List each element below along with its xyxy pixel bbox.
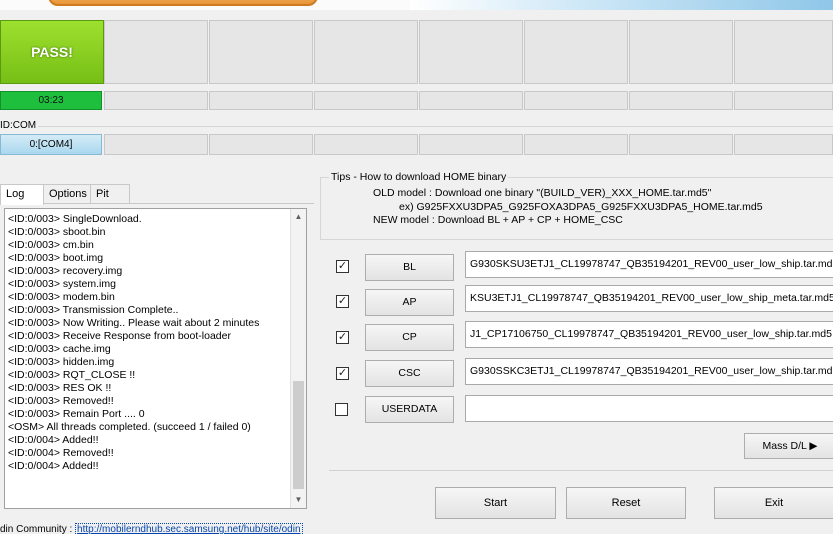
exit-button[interactable]: Exit — [714, 487, 833, 519]
log-textarea[interactable]: <ID:0/003> SingleDownload. <ID:0/003> sbo… — [4, 208, 307, 509]
community-link[interactable]: http://mobilerndhub.sec.samsung.net/hub/… — [75, 523, 303, 534]
top-banner — [0, 0, 833, 10]
csc-checkbox[interactable]: ✓ — [336, 367, 349, 380]
userdata-button[interactable]: USERDATA — [365, 396, 454, 423]
port-status-cell-1: PASS! — [0, 20, 104, 84]
log-lines: <ID:0/003> SingleDownload. <ID:0/003> sbo… — [8, 213, 290, 473]
com-port-4 — [314, 134, 418, 155]
bl-button[interactable]: BL — [365, 254, 454, 281]
log-line: <ID:0/003> Receive Response from boot-lo… — [8, 330, 231, 342]
log-scrollbar[interactable]: ▲ ▼ — [290, 209, 306, 508]
id-com-label: ID:COM — [0, 120, 37, 131]
log-line: <ID:0/004> Removed!! — [8, 447, 114, 459]
port-status-cell-4 — [314, 20, 418, 84]
tab-baseline — [0, 203, 314, 204]
ap-button[interactable]: AP — [365, 289, 454, 316]
tips-title: Tips - How to download HOME binary — [329, 171, 509, 183]
port-status-cell-5 — [419, 20, 523, 84]
com-port-5 — [419, 134, 523, 155]
com-port-2 — [104, 134, 208, 155]
log-line: <ID:0/003> Removed!! — [8, 395, 114, 407]
mass-dl-button[interactable]: Mass D/L ▶ — [744, 433, 833, 459]
log-line: <ID:0/003> system.img — [8, 278, 116, 290]
community-footer: din Community : http://mobilerndhub.sec.… — [0, 523, 303, 534]
log-line: <ID:0/003> modem.bin — [8, 291, 115, 303]
id-com-separator — [38, 126, 833, 127]
tab-pit[interactable]: Pit — [90, 184, 130, 204]
bl-checkbox[interactable]: ✓ — [336, 260, 349, 273]
log-line: <ID:0/003> RES OK !! — [8, 382, 112, 394]
log-line: <ID:0/003> hidden.img — [8, 356, 115, 368]
userdata-checkbox[interactable] — [335, 403, 348, 416]
com-port-7 — [629, 134, 733, 155]
com-port-6 — [524, 134, 628, 155]
log-line: <ID:0/003> Now Writing.. Please wait abo… — [8, 317, 260, 329]
progress-bar-5 — [419, 91, 523, 110]
banner-graphic — [48, 0, 318, 6]
progress-bar-2 — [104, 91, 208, 110]
scroll-thumb[interactable] — [293, 381, 304, 489]
ap-checkbox[interactable]: ✓ — [336, 295, 349, 308]
progress-bar-4 — [314, 91, 418, 110]
progress-bar-1: 03:23 — [0, 91, 102, 110]
port-status-cell-8 — [734, 20, 833, 84]
com-port-8 — [734, 134, 833, 155]
tips-new-model: NEW model : Download BL + AP + CP + HOME… — [373, 214, 623, 226]
reset-button[interactable]: Reset — [566, 487, 686, 519]
port-status-cell-6 — [524, 20, 628, 84]
progress-bar-3 — [209, 91, 313, 110]
cp-checkbox[interactable]: ✓ — [336, 331, 349, 344]
csc-button[interactable]: CSC — [365, 360, 454, 387]
action-divider — [329, 470, 833, 471]
scroll-up-icon[interactable]: ▲ — [291, 209, 306, 225]
log-line: <ID:0/003> recovery.img — [8, 265, 123, 277]
tips-old-model: OLD model : Download one binary "(BUILD_… — [373, 187, 712, 199]
community-label: din Community : — [0, 524, 76, 534]
com-port-3 — [209, 134, 313, 155]
log-line: <ID:0/003> SingleDownload. — [8, 213, 142, 225]
banner-background — [410, 0, 833, 10]
tab-options[interactable]: Options — [43, 184, 91, 204]
elapsed-timer: 03:23 — [38, 95, 64, 106]
port-status-cell-2 — [104, 20, 208, 84]
progress-bar-6 — [524, 91, 628, 110]
cp-button[interactable]: CP — [365, 324, 454, 351]
tips-example: ex) G925FXXU3DPA5_G925FOXA3DPA5_G925FXXU… — [399, 201, 763, 213]
com-port-1: 0:[COM4] — [0, 134, 102, 155]
csc-path-field[interactable]: G930SSKC3ETJ1_CL19978747_QB35194201_REV0… — [465, 358, 833, 385]
progress-bar-7 — [629, 91, 733, 110]
log-line: <ID:0/003> Transmission Complete.. — [8, 304, 179, 316]
start-button[interactable]: Start — [435, 487, 556, 519]
tab-log[interactable]: Log — [0, 184, 44, 205]
log-line: <ID:0/003> boot.img — [8, 252, 104, 264]
port-status-cell-3 — [209, 20, 313, 84]
pass-status-label: PASS! — [31, 44, 73, 60]
progress-bar-8 — [734, 91, 833, 110]
com-port-value: 0:[COM4] — [29, 139, 73, 150]
ap-path-field[interactable]: KSU3ETJ1_CL19978747_QB35194201_REV00_use… — [465, 285, 833, 312]
log-line: <ID:0/003> RQT_CLOSE !! — [8, 369, 136, 381]
userdata-path-field[interactable] — [465, 395, 833, 422]
log-line: <ID:0/004> Added!! — [8, 460, 99, 472]
bl-path-field[interactable]: G930SKSU3ETJ1_CL19978747_QB35194201_REV0… — [465, 251, 833, 278]
scroll-down-icon[interactable]: ▼ — [291, 492, 306, 508]
log-line: <ID:0/004> Added!! — [8, 434, 99, 446]
log-line: <OSM> All threads completed. (succeed 1 … — [8, 421, 251, 433]
port-status-cell-7 — [629, 20, 733, 84]
log-line: <ID:0/003> Remain Port .... 0 — [8, 408, 145, 420]
log-line: <ID:0/003> cm.bin — [8, 239, 94, 251]
log-line: <ID:0/003> cache.img — [8, 343, 111, 355]
log-line: <ID:0/003> sboot.bin — [8, 226, 106, 238]
cp-path-field[interactable]: J1_CP17106750_CL19978747_QB35194201_REV0… — [465, 321, 833, 348]
